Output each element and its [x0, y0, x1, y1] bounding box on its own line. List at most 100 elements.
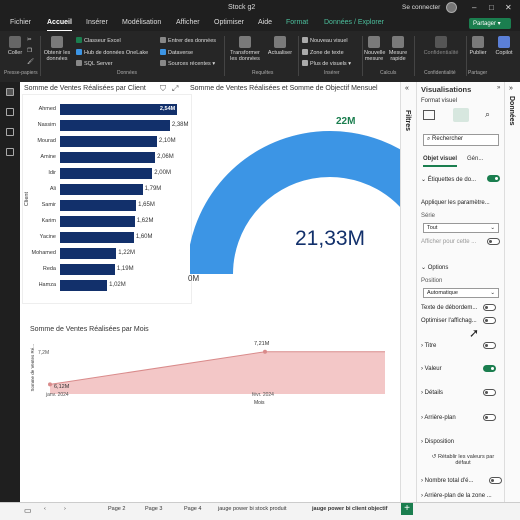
tab-visual[interactable]: Objet visuel — [423, 156, 457, 162]
bar[interactable] — [60, 280, 108, 291]
bar[interactable] — [60, 136, 157, 147]
bar[interactable] — [60, 152, 156, 163]
menu-fichier[interactable]: Fichier — [10, 19, 31, 26]
close-icon[interactable]: ✕ — [505, 3, 512, 12]
tab-page-3[interactable]: Page 3 — [145, 506, 162, 512]
search-input[interactable]: ⌕ Rechercher — [423, 134, 499, 146]
bar[interactable] — [60, 248, 117, 259]
transform-button[interactable]: Transformer les données — [228, 36, 262, 62]
menu-donnees-explorer[interactable]: Données / Explorer — [324, 19, 384, 26]
active-tab-indicator — [423, 165, 457, 167]
copilot-button[interactable]: Copilot — [492, 36, 516, 56]
format-visual-icon[interactable] — [453, 108, 469, 122]
avatar[interactable] — [446, 2, 457, 13]
background-toggle[interactable] — [483, 414, 496, 421]
menu-inserer[interactable]: Insérer — [86, 19, 108, 26]
bar[interactable]: 2,54M — [60, 104, 178, 115]
expand-data-icon[interactable]: » — [509, 85, 513, 92]
position-dropdown[interactable]: Automatique ⌄ — [423, 288, 499, 298]
menu-format[interactable]: Format — [286, 19, 308, 26]
table-view-icon[interactable] — [6, 108, 14, 116]
format-painter-icon[interactable]: 🖌 — [27, 59, 34, 65]
sql-button[interactable]: SQL Server — [76, 60, 113, 67]
sensitivity-button[interactable]: Confidentialité — [418, 36, 464, 56]
tab-page-2[interactable]: Page 2 — [108, 506, 125, 512]
menu-afficher[interactable]: Afficher — [176, 19, 200, 26]
tab-page-4[interactable]: Page 4 — [184, 506, 201, 512]
bar[interactable] — [60, 184, 143, 195]
bar[interactable] — [60, 232, 134, 243]
sql-label: SQL Server — [84, 61, 113, 67]
menu-modelisation[interactable]: Modélisation — [122, 19, 161, 26]
ribbon-separator — [40, 36, 41, 76]
previous-page-icon[interactable]: ‹ — [44, 506, 46, 512]
ribbon-separator — [414, 36, 415, 76]
bg-zone-section[interactable]: › Arrière-plan de la zone ... — [421, 493, 501, 499]
view-sidebar — [0, 82, 20, 502]
cut-icon[interactable]: ✂ — [27, 37, 32, 43]
bar[interactable] — [60, 264, 115, 275]
collapse-filters-icon[interactable]: « — [405, 85, 409, 92]
new-visual-button[interactable]: Nouveau visuel — [302, 37, 348, 44]
excel-button[interactable]: Classeur Excel — [76, 37, 121, 44]
menu-accueil[interactable]: Accueil — [47, 19, 72, 32]
filters-pane[interactable]: « Filtres — [400, 82, 416, 502]
quick-measure-button[interactable]: Mesure rapide — [386, 36, 410, 62]
options-section[interactable]: ⌄ Options — [421, 264, 501, 271]
focus-mode-icon[interactable]: ⤢ — [172, 84, 178, 94]
next-page-icon[interactable]: › — [64, 506, 66, 512]
get-data-button[interactable]: Obtenir les données — [42, 36, 72, 62]
tab-stock-produit[interactable]: jauge power bi stock produit — [218, 506, 286, 512]
build-visual-icon[interactable] — [423, 110, 435, 120]
layout-section[interactable]: › Disposition — [421, 439, 501, 445]
model-view-icon[interactable] — [6, 128, 14, 136]
database-icon — [51, 36, 63, 48]
publish-button[interactable]: Publier — [468, 36, 488, 56]
expand-icon[interactable]: » — [497, 85, 500, 91]
desktop-icon[interactable]: ▭ — [24, 506, 32, 515]
report-view-icon[interactable] — [6, 88, 14, 96]
gauge-visual[interactable] — [190, 102, 400, 302]
bar[interactable] — [60, 216, 135, 227]
menu-optimiser[interactable]: Optimiser — [214, 19, 244, 26]
menu-aide[interactable]: Aide — [258, 19, 272, 26]
report-canvas[interactable]: Somme de Ventes Réalisées par Client ⛉ ⤢… — [20, 82, 400, 502]
series-dropdown[interactable]: Tout ⌄ — [423, 223, 499, 233]
optimize-toggle[interactable] — [483, 317, 496, 324]
copy-icon[interactable]: ❐ — [27, 48, 32, 54]
tab-general[interactable]: Gén... — [467, 156, 483, 162]
refresh-button[interactable]: Actualiser — [266, 36, 294, 56]
show-for-toggle[interactable] — [487, 238, 500, 245]
dax-view-icon[interactable] — [6, 148, 14, 156]
data-pane[interactable]: » Données — [504, 82, 520, 502]
overflow-toggle[interactable] — [483, 304, 496, 311]
dataverse-button[interactable]: Dataverse — [160, 49, 193, 56]
maximize-icon[interactable]: □ — [489, 3, 494, 12]
gauge-min-label: 0M — [188, 274, 200, 283]
add-page-button[interactable]: + — [401, 503, 413, 515]
onelake-button[interactable]: Hub de données OneLake — [76, 49, 148, 56]
more-visuals-button[interactable]: Plus de visuels ▾ — [302, 60, 351, 67]
enter-data-button[interactable]: Entrer des données — [160, 37, 216, 44]
series-label: Série — [421, 213, 436, 219]
bar[interactable] — [60, 120, 170, 131]
total-toggle[interactable] — [489, 477, 502, 484]
paste-button[interactable]: Coller — [5, 36, 25, 56]
recent-sources-button[interactable]: Sources récentes ▾ — [160, 60, 215, 67]
filter-icon[interactable]: ⛉ — [160, 84, 166, 94]
bar[interactable] — [60, 200, 137, 211]
new-measure-button[interactable]: Nouvelle mesure — [364, 36, 385, 62]
share-button[interactable]: Partager ▾ — [469, 18, 511, 29]
title-toggle[interactable] — [483, 342, 496, 349]
text-box-button[interactable]: Zone de texte — [302, 49, 344, 56]
area-chart-visual[interactable] — [20, 336, 400, 412]
details-toggle[interactable] — [483, 389, 496, 396]
sign-in-link[interactable]: Se connecter — [402, 4, 440, 11]
minimize-icon[interactable]: – — [472, 3, 476, 12]
analytics-icon[interactable]: ⌕ — [485, 109, 490, 120]
value-toggle[interactable] — [483, 365, 496, 372]
tab-client-objectif[interactable]: jauge power bi client objectif — [312, 506, 387, 512]
data-labels-toggle[interactable] — [487, 175, 500, 182]
reset-defaults-button[interactable]: ↺ Rétablir les valeurs par défaut — [427, 454, 499, 466]
bar[interactable] — [60, 168, 153, 179]
